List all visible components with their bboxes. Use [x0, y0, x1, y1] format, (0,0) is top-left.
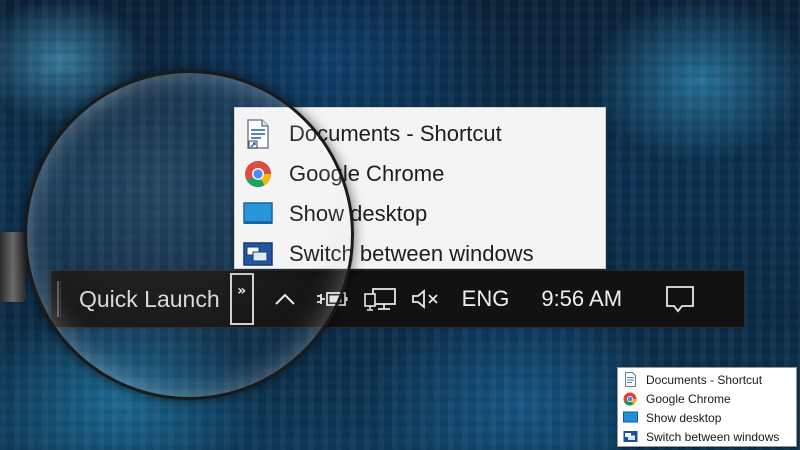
menu-item-label: Documents - Shortcut	[289, 121, 502, 146]
input-language-indicator[interactable]: ENG	[462, 286, 510, 312]
double-chevron-icon: »	[237, 283, 247, 299]
quick-launch-popup-menu-small: Documents - Shortcut Google Chrome Show …	[617, 367, 797, 447]
menu-item-documents[interactable]: Documents - Shortcut	[235, 114, 605, 154]
chrome-icon	[622, 391, 638, 407]
menu-item-documents[interactable]: Documents - Shortcut	[618, 370, 796, 389]
menu-item-label: Show desktop	[289, 201, 428, 226]
chevron-up-icon	[274, 293, 295, 305]
menu-item-label: Switch between windows	[289, 241, 534, 266]
notification-icon	[666, 286, 694, 313]
menu-item-switch-windows[interactable]: Switch between windows	[618, 427, 796, 446]
document-shortcut-icon	[622, 372, 638, 388]
battery-charging-icon	[316, 292, 348, 306]
menu-item-switch-windows[interactable]: Switch between windows	[235, 234, 605, 274]
magnifier-handle	[0, 232, 26, 302]
menu-item-label: Google Chrome	[289, 161, 445, 186]
quick-launch-label[interactable]: Quick Launch	[79, 286, 220, 313]
show-desktop-icon	[243, 199, 273, 229]
menu-item-google-chrome[interactable]: Google Chrome	[235, 154, 605, 194]
action-center-button[interactable]	[662, 279, 698, 319]
show-hidden-icons-button[interactable]	[272, 279, 298, 319]
document-shortcut-icon	[243, 119, 273, 149]
quick-launch-overflow-button[interactable]: »	[229, 273, 254, 325]
menu-item-label: Switch between windows	[646, 429, 780, 444]
menu-item-label: Documents - Shortcut	[646, 372, 763, 387]
speaker-muted-icon	[411, 289, 438, 309]
taskbar-clock[interactable]: 9:56 AM	[541, 286, 622, 312]
network-button[interactable]	[362, 279, 398, 319]
quick-launch-popup-menu: Documents - Shortcut Google Chrome Show …	[234, 107, 606, 269]
menu-item-google-chrome[interactable]: Google Chrome	[618, 389, 796, 408]
show-desktop-icon	[622, 410, 638, 426]
taskbar: Quick Launch » ENG 9:56 AM	[50, 270, 745, 328]
switch-windows-icon	[622, 429, 638, 445]
toolbar-grip-handle[interactable]	[57, 281, 61, 317]
chrome-icon	[243, 159, 273, 189]
menu-item-show-desktop[interactable]: Show desktop	[235, 194, 605, 234]
menu-item-show-desktop[interactable]: Show desktop	[618, 408, 796, 427]
power-button[interactable]	[314, 279, 350, 319]
volume-button[interactable]	[408, 279, 442, 319]
switch-windows-icon	[243, 239, 273, 269]
network-monitor-icon	[363, 288, 396, 311]
menu-item-label: Google Chrome	[646, 391, 731, 406]
menu-item-label: Show desktop	[646, 410, 722, 425]
